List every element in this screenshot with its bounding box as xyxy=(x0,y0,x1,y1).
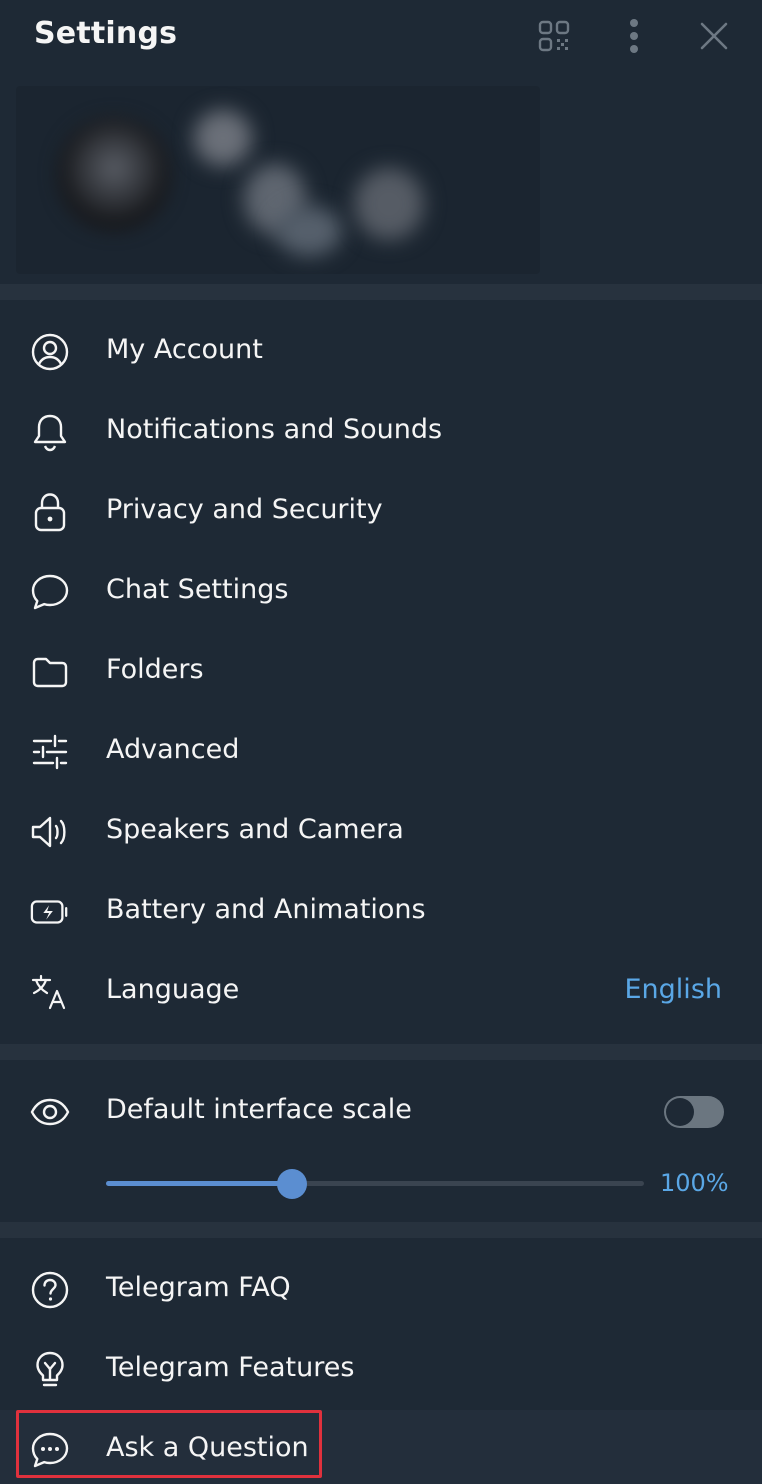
scale-slider-fill xyxy=(106,1181,292,1186)
menu-item-battery[interactable]: Battery and Animations xyxy=(0,872,762,952)
qr-code-icon xyxy=(538,20,570,52)
menu-item-ask-question[interactable]: Ask a Question xyxy=(0,1410,762,1484)
menu-item-privacy[interactable]: Privacy and Security xyxy=(0,472,762,552)
translate-icon xyxy=(30,972,70,1012)
settings-header: Settings xyxy=(0,0,762,76)
scale-value: 100% xyxy=(660,1169,729,1197)
page-title: Settings xyxy=(34,16,178,51)
blurred-name xyxy=(276,206,342,256)
menu-item-label: Speakers and Camera xyxy=(106,814,404,845)
more-vertical-icon xyxy=(630,19,638,53)
menu-item-label: Telegram FAQ xyxy=(106,1272,291,1303)
menu-item-label: Ask a Question xyxy=(106,1432,309,1463)
folder-icon xyxy=(30,652,70,692)
blurred-name xyxy=(194,110,252,166)
battery-icon xyxy=(30,892,70,932)
blurred-name xyxy=(354,168,424,240)
menu-item-label: Advanced xyxy=(106,734,240,765)
scale-slider-track[interactable] xyxy=(106,1181,644,1186)
section-separator xyxy=(0,284,762,300)
menu-item-notifications[interactable]: Notifications and Sounds xyxy=(0,392,762,472)
more-options-button[interactable] xyxy=(612,14,656,58)
menu-item-telegram-faq[interactable]: Telegram FAQ xyxy=(0,1250,762,1330)
menu-item-label: My Account xyxy=(106,334,263,365)
sliders-icon xyxy=(30,732,70,772)
menu-item-my-account[interactable]: My Account xyxy=(0,312,762,392)
section-separator xyxy=(0,1222,762,1238)
speaker-icon xyxy=(30,812,70,852)
lightbulb-icon xyxy=(30,1350,70,1390)
menu-item-label: Notifications and Sounds xyxy=(106,414,443,445)
profile-card[interactable] xyxy=(0,76,762,284)
menu-item-label: Battery and Animations xyxy=(106,894,426,925)
menu-item-advanced[interactable]: Advanced xyxy=(0,712,762,792)
bell-icon xyxy=(30,412,70,452)
interface-scale-row[interactable]: Default interface scale xyxy=(0,1072,762,1152)
language-value: English xyxy=(624,974,723,1005)
close-icon xyxy=(700,22,728,50)
chat-dots-icon xyxy=(30,1430,70,1470)
menu-item-label: Chat Settings xyxy=(106,574,289,605)
settings-panel: Settings My Account Notifications and So… xyxy=(0,0,762,1484)
menu-item-label: Privacy and Security xyxy=(106,494,383,525)
menu-item-label: Telegram Features xyxy=(106,1352,355,1383)
lock-icon xyxy=(30,492,70,532)
qr-code-button[interactable] xyxy=(532,14,576,58)
account-icon xyxy=(30,332,70,372)
menu-item-telegram-features[interactable]: Telegram Features xyxy=(0,1330,762,1410)
menu-item-label: Folders xyxy=(106,654,204,685)
close-button[interactable] xyxy=(692,14,736,58)
menu-item-speakers-camera[interactable]: Speakers and Camera xyxy=(0,792,762,872)
chat-bubble-icon xyxy=(30,572,70,612)
interface-scale-toggle[interactable] xyxy=(664,1096,724,1128)
section-separator xyxy=(0,1044,762,1060)
toggle-knob xyxy=(666,1098,694,1126)
profile-blurred-area xyxy=(16,86,540,274)
eye-icon xyxy=(30,1092,70,1132)
scale-slider-thumb[interactable] xyxy=(276,1169,307,1199)
interface-scale-label: Default interface scale xyxy=(106,1094,412,1125)
question-circle-icon xyxy=(30,1270,70,1310)
menu-item-chat-settings[interactable]: Chat Settings xyxy=(0,552,762,632)
menu-item-language[interactable]: Language English xyxy=(0,952,762,1032)
menu-item-folders[interactable]: Folders xyxy=(0,632,762,712)
avatar xyxy=(56,116,172,232)
menu-item-label: Language xyxy=(106,974,240,1005)
